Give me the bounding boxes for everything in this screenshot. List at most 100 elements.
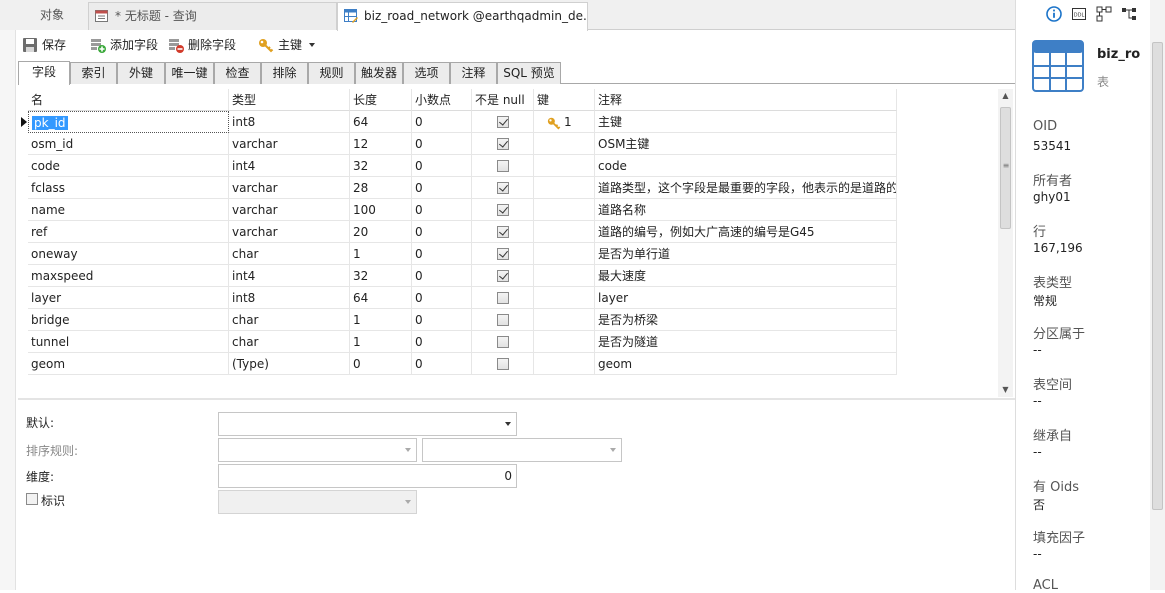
not-null-checkbox[interactable]	[497, 358, 509, 370]
col-header-name[interactable]: 名	[28, 89, 229, 111]
cell-type[interactable]: varchar	[229, 221, 350, 243]
col-header-decimals[interactable]: 小数点	[412, 89, 472, 111]
cell-comment[interactable]: 道路名称	[595, 199, 897, 221]
table-row[interactable]: osm_id varchar 12 0 OSM主键	[18, 133, 898, 155]
col-header-type[interactable]: 类型	[229, 89, 350, 111]
not-null-checkbox[interactable]	[497, 226, 509, 238]
col-header-comment[interactable]: 注释	[595, 89, 897, 111]
cell-type[interactable]: int4	[229, 265, 350, 287]
scroll-down-icon[interactable]: ▼	[998, 383, 1013, 397]
cell-key[interactable]	[534, 309, 595, 331]
subtab-foreign-keys[interactable]: 外键	[117, 62, 165, 84]
cell-comment[interactable]: 道路类型，这个字段是最重要的字段，他表示的是道路的	[595, 177, 897, 199]
col-header-key[interactable]: 键	[534, 89, 595, 111]
cell-notnull[interactable]	[472, 331, 534, 353]
cell-length[interactable]: 0	[350, 353, 412, 375]
cell-length[interactable]: 32	[350, 265, 412, 287]
cell-length[interactable]: 1	[350, 243, 412, 265]
er-diagram-icon[interactable]	[1096, 6, 1112, 22]
cell-length[interactable]: 1	[350, 309, 412, 331]
cell-length[interactable]: 64	[350, 111, 412, 133]
subtab-triggers[interactable]: 触发器	[355, 62, 403, 84]
cell-notnull[interactable]	[472, 353, 534, 375]
table-row[interactable]: tunnel char 1 0 是否为隧道	[18, 331, 898, 353]
cell-type[interactable]: char	[229, 331, 350, 353]
cell-comment[interactable]: 最大速度	[595, 265, 897, 287]
cell-key[interactable]	[534, 353, 595, 375]
cell-type[interactable]: (Type)	[229, 353, 350, 375]
subtab-indexes[interactable]: 索引	[70, 62, 117, 84]
cell-decimals[interactable]: 0	[412, 287, 472, 309]
cell-key[interactable]	[534, 265, 595, 287]
not-null-checkbox[interactable]	[497, 138, 509, 150]
not-null-checkbox[interactable]	[497, 204, 509, 216]
not-null-checkbox[interactable]	[497, 160, 509, 172]
cell-key[interactable]: 1	[534, 111, 595, 133]
cell-notnull[interactable]	[472, 265, 534, 287]
cell-key[interactable]	[534, 331, 595, 353]
info-scrollbar[interactable]	[1150, 0, 1165, 590]
not-null-checkbox[interactable]	[497, 116, 509, 128]
cell-comment[interactable]: layer	[595, 287, 897, 309]
cell-decimals[interactable]: 0	[412, 155, 472, 177]
cell-name[interactable]: name	[28, 199, 229, 221]
cell-comment[interactable]: 是否为单行道	[595, 243, 897, 265]
not-null-checkbox[interactable]	[497, 314, 509, 326]
primary-key-button[interactable]: 主键	[256, 34, 316, 56]
cell-length[interactable]: 100	[350, 199, 412, 221]
subtab-options[interactable]: 选项	[403, 62, 450, 84]
not-null-checkbox[interactable]	[497, 248, 509, 260]
cell-length[interactable]: 32	[350, 155, 412, 177]
cell-notnull[interactable]	[472, 155, 534, 177]
cell-key[interactable]	[534, 221, 595, 243]
cell-length[interactable]: 28	[350, 177, 412, 199]
not-null-checkbox[interactable]	[497, 292, 509, 304]
info-scrollbar-thumb[interactable]	[1152, 42, 1163, 510]
dependencies-icon[interactable]	[1121, 6, 1137, 22]
cell-type[interactable]: char	[229, 243, 350, 265]
cell-decimals[interactable]: 0	[412, 221, 472, 243]
col-header-length[interactable]: 长度	[350, 89, 412, 111]
cell-name[interactable]: fclass	[28, 177, 229, 199]
tab-objects[interactable]: 对象	[0, 2, 88, 30]
collation-name-select[interactable]	[422, 438, 622, 462]
add-field-button[interactable]: 添加字段	[88, 34, 158, 56]
table-row[interactable]: layer int8 64 0 layer	[18, 287, 898, 309]
cell-decimals[interactable]: 0	[412, 111, 472, 133]
table-row[interactable]: name varchar 100 0 道路名称	[18, 199, 898, 221]
cell-name[interactable]: geom	[28, 353, 229, 375]
info-icon[interactable]	[1046, 6, 1062, 22]
table-row[interactable]: oneway char 1 0 是否为单行道	[18, 243, 898, 265]
cell-notnull[interactable]	[472, 287, 534, 309]
not-null-checkbox[interactable]	[497, 336, 509, 348]
cell-key[interactable]	[534, 155, 595, 177]
cell-notnull[interactable]	[472, 309, 534, 331]
cell-comment[interactable]: code	[595, 155, 897, 177]
default-select[interactable]	[218, 412, 517, 436]
table-row[interactable]: bridge char 1 0 是否为桥梁	[18, 309, 898, 331]
not-null-checkbox[interactable]	[497, 182, 509, 194]
cell-notnull[interactable]	[472, 177, 534, 199]
cell-name[interactable]: code	[28, 155, 229, 177]
cell-key[interactable]	[534, 287, 595, 309]
cell-key[interactable]	[534, 133, 595, 155]
cell-comment[interactable]: geom	[595, 353, 897, 375]
cell-type[interactable]: varchar	[229, 177, 350, 199]
grid-scrollbar-thumb[interactable]: ≡	[1000, 107, 1011, 229]
cell-comment[interactable]: 是否为隧道	[595, 331, 897, 353]
cell-comment[interactable]: 主键	[595, 111, 897, 133]
subtab-rules[interactable]: 规则	[308, 62, 355, 84]
tab-table-design[interactable]: biz_road_network @earthqadmin_de...	[337, 2, 588, 31]
cell-name[interactable]: oneway	[28, 243, 229, 265]
cell-decimals[interactable]: 0	[412, 309, 472, 331]
grid-scrollbar[interactable]: ▲ ≡ ▼	[998, 89, 1013, 397]
table-row[interactable]: fclass varchar 28 0 道路类型，这个字段是最重要的字段，他表示的是道路…	[18, 177, 898, 199]
cell-name[interactable]: tunnel	[28, 331, 229, 353]
table-row[interactable]: pk_id int8 64 0 1 主键	[18, 111, 898, 133]
tab-untitled-query[interactable]: * 无标题 - 查询	[88, 2, 337, 30]
cell-type[interactable]: int8	[229, 287, 350, 309]
subtab-unique-keys[interactable]: 唯一键	[165, 62, 214, 84]
cell-type[interactable]: char	[229, 309, 350, 331]
subtab-excludes[interactable]: 排除	[261, 62, 308, 84]
cell-length[interactable]: 64	[350, 287, 412, 309]
